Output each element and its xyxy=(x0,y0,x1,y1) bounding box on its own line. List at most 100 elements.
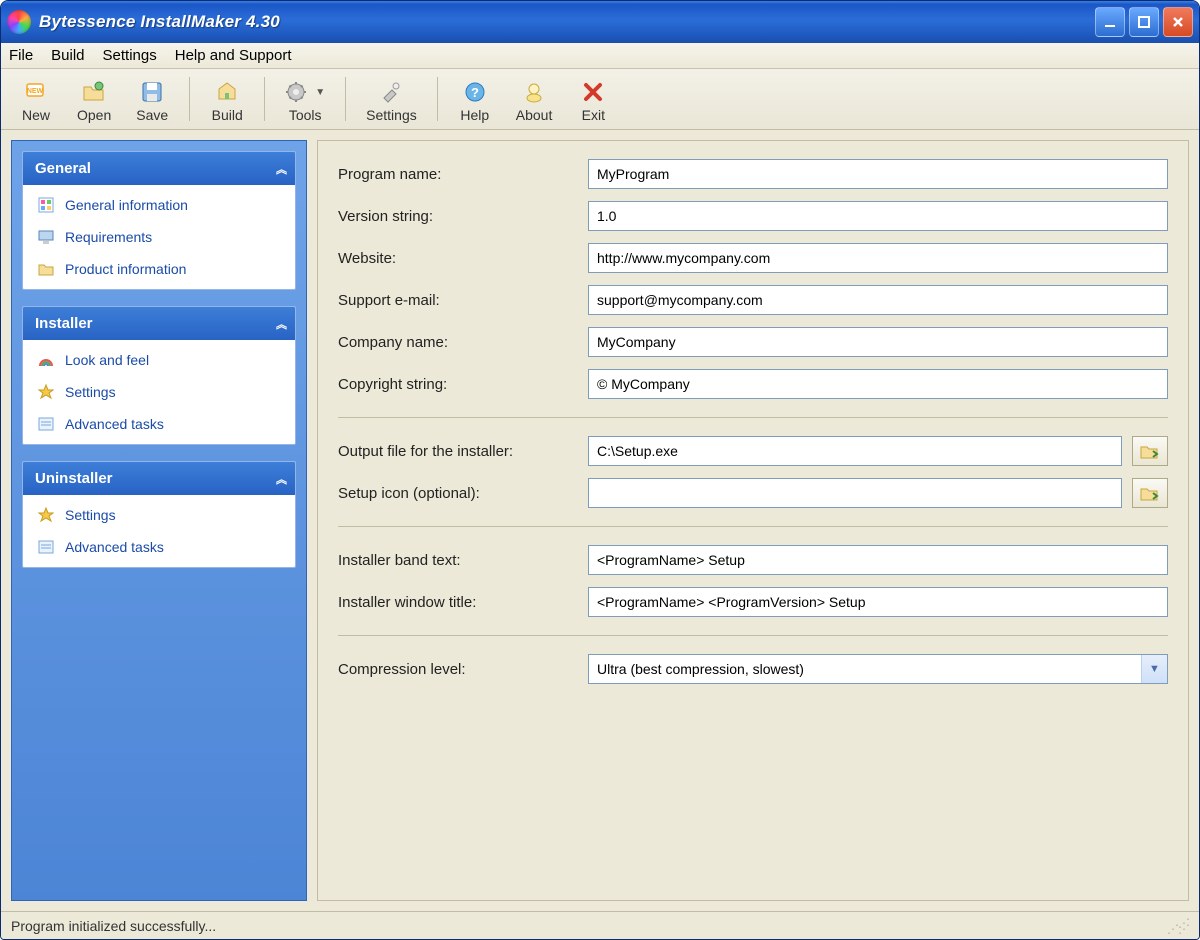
input-setup-icon[interactable] xyxy=(588,478,1122,508)
menu-help[interactable]: Help and Support xyxy=(175,47,292,64)
star-icon xyxy=(37,383,55,401)
nav-installer-settings[interactable]: Settings xyxy=(23,376,295,408)
label-band-text: Installer band text: xyxy=(338,552,578,569)
open-icon xyxy=(81,77,107,107)
label-website: Website: xyxy=(338,250,578,267)
tasks-icon xyxy=(37,538,55,556)
about-icon xyxy=(522,77,546,107)
input-support-email[interactable] xyxy=(588,285,1168,315)
input-program-name[interactable] xyxy=(588,159,1168,189)
new-icon: NEW xyxy=(24,77,48,107)
panel-header-general[interactable]: General ︽ xyxy=(23,152,295,185)
separator xyxy=(338,635,1168,636)
tasks-icon xyxy=(37,415,55,433)
exit-icon xyxy=(582,77,604,107)
window-title: Bytessence InstallMaker 4.30 xyxy=(39,12,1095,32)
new-button[interactable]: NEW New xyxy=(11,75,61,127)
close-button[interactable] xyxy=(1163,7,1193,37)
folder-arrow-icon xyxy=(1140,484,1160,502)
build-icon xyxy=(214,77,240,107)
chevron-up-icon: ︽ xyxy=(276,471,283,487)
nav-label: Look and feel xyxy=(65,352,149,368)
nav-look-and-feel[interactable]: Look and feel xyxy=(23,344,295,376)
status-text: Program initialized successfully... xyxy=(11,918,216,934)
titlebar[interactable]: Bytessence InstallMaker 4.30 xyxy=(1,1,1199,43)
save-icon xyxy=(139,77,165,107)
label-version: Version string: xyxy=(338,208,578,225)
monitor-icon xyxy=(37,228,55,246)
nav-uninstaller-settings[interactable]: Settings xyxy=(23,499,295,531)
browse-icon-button[interactable] xyxy=(1132,478,1168,508)
input-output-file[interactable] xyxy=(588,436,1122,466)
folder-icon xyxy=(37,260,55,278)
input-band-text[interactable] xyxy=(588,545,1168,575)
input-copyright[interactable] xyxy=(588,369,1168,399)
build-button[interactable]: Build xyxy=(202,75,252,127)
save-button[interactable]: Save xyxy=(127,75,177,127)
label-company: Company name: xyxy=(338,334,578,351)
maximize-button[interactable] xyxy=(1129,7,1159,37)
statusbar: Program initialized successfully... ⋰⋰⋰ xyxy=(1,911,1199,939)
input-window-title[interactable] xyxy=(588,587,1168,617)
toolbar-separator xyxy=(189,77,190,121)
label-copyright: Copyright string: xyxy=(338,376,578,393)
sidebar: General ︽ General information Requiremen… xyxy=(11,140,307,901)
toolbar-separator xyxy=(264,77,265,121)
nav-label: General information xyxy=(65,197,188,213)
menu-settings[interactable]: Settings xyxy=(103,47,157,64)
panel-uninstaller: Uninstaller ︽ Settings Advanced tasks xyxy=(22,461,296,568)
separator xyxy=(338,526,1168,527)
menu-file[interactable]: File xyxy=(9,47,33,64)
menubar: File Build Settings Help and Support xyxy=(1,43,1199,69)
nav-label: Advanced tasks xyxy=(65,539,164,555)
chevron-down-icon: ▼ xyxy=(315,87,325,98)
panel-installer: Installer ︽ Look and feel Settings Advan… xyxy=(22,306,296,445)
input-company[interactable] xyxy=(588,327,1168,357)
app-icon xyxy=(7,10,31,34)
rainbow-icon xyxy=(37,351,55,369)
exit-button[interactable]: Exit xyxy=(568,75,618,127)
panel-general: General ︽ General information Requiremen… xyxy=(22,151,296,290)
form-area: Program name: Version string: Website: S… xyxy=(317,140,1189,901)
about-button[interactable]: About xyxy=(508,75,561,127)
nav-label: Settings xyxy=(65,507,116,523)
separator xyxy=(338,417,1168,418)
label-setup-icon: Setup icon (optional): xyxy=(338,485,578,502)
folder-arrow-icon xyxy=(1140,442,1160,460)
nav-product-information[interactable]: Product information xyxy=(23,253,295,285)
nav-label: Product information xyxy=(65,261,186,277)
nav-label: Settings xyxy=(65,384,116,400)
open-button[interactable]: Open xyxy=(69,75,119,127)
client-area: General ︽ General information Requiremen… xyxy=(1,130,1199,911)
toolbar: NEW New Open Save Build ▼ Tools Settings… xyxy=(1,69,1199,130)
toolbar-separator xyxy=(437,77,438,121)
star-icon xyxy=(37,506,55,524)
svg-text:NEW: NEW xyxy=(27,88,44,95)
nav-label: Requirements xyxy=(65,229,152,245)
panel-header-installer[interactable]: Installer ︽ xyxy=(23,307,295,340)
panel-header-uninstaller[interactable]: Uninstaller ︽ xyxy=(23,462,295,495)
settings-button[interactable]: Settings xyxy=(358,75,425,127)
svg-text:?: ? xyxy=(471,85,479,100)
label-compression: Compression level: xyxy=(338,661,578,678)
input-website[interactable] xyxy=(588,243,1168,273)
chevron-up-icon: ︽ xyxy=(276,316,283,332)
chevron-up-icon: ︽ xyxy=(276,161,283,177)
minimize-button[interactable] xyxy=(1095,7,1125,37)
settings-icon xyxy=(378,77,404,107)
nav-installer-advanced[interactable]: Advanced tasks xyxy=(23,408,295,440)
grid-icon xyxy=(37,196,55,214)
nav-uninstaller-advanced[interactable]: Advanced tasks xyxy=(23,531,295,563)
select-compression[interactable]: Ultra (best compression, slowest) xyxy=(588,654,1168,684)
menu-build[interactable]: Build xyxy=(51,47,84,64)
panel-title: General xyxy=(35,160,91,177)
help-button[interactable]: ? Help xyxy=(450,75,500,127)
label-window-title: Installer window title: xyxy=(338,594,578,611)
input-version[interactable] xyxy=(588,201,1168,231)
app-window: Bytessence InstallMaker 4.30 File Build … xyxy=(0,0,1200,940)
resize-grip[interactable]: ⋰⋰⋰ xyxy=(1167,920,1189,932)
nav-general-information[interactable]: General information xyxy=(23,189,295,221)
nav-requirements[interactable]: Requirements xyxy=(23,221,295,253)
browse-output-button[interactable] xyxy=(1132,436,1168,466)
tools-button[interactable]: ▼ Tools xyxy=(277,75,333,127)
